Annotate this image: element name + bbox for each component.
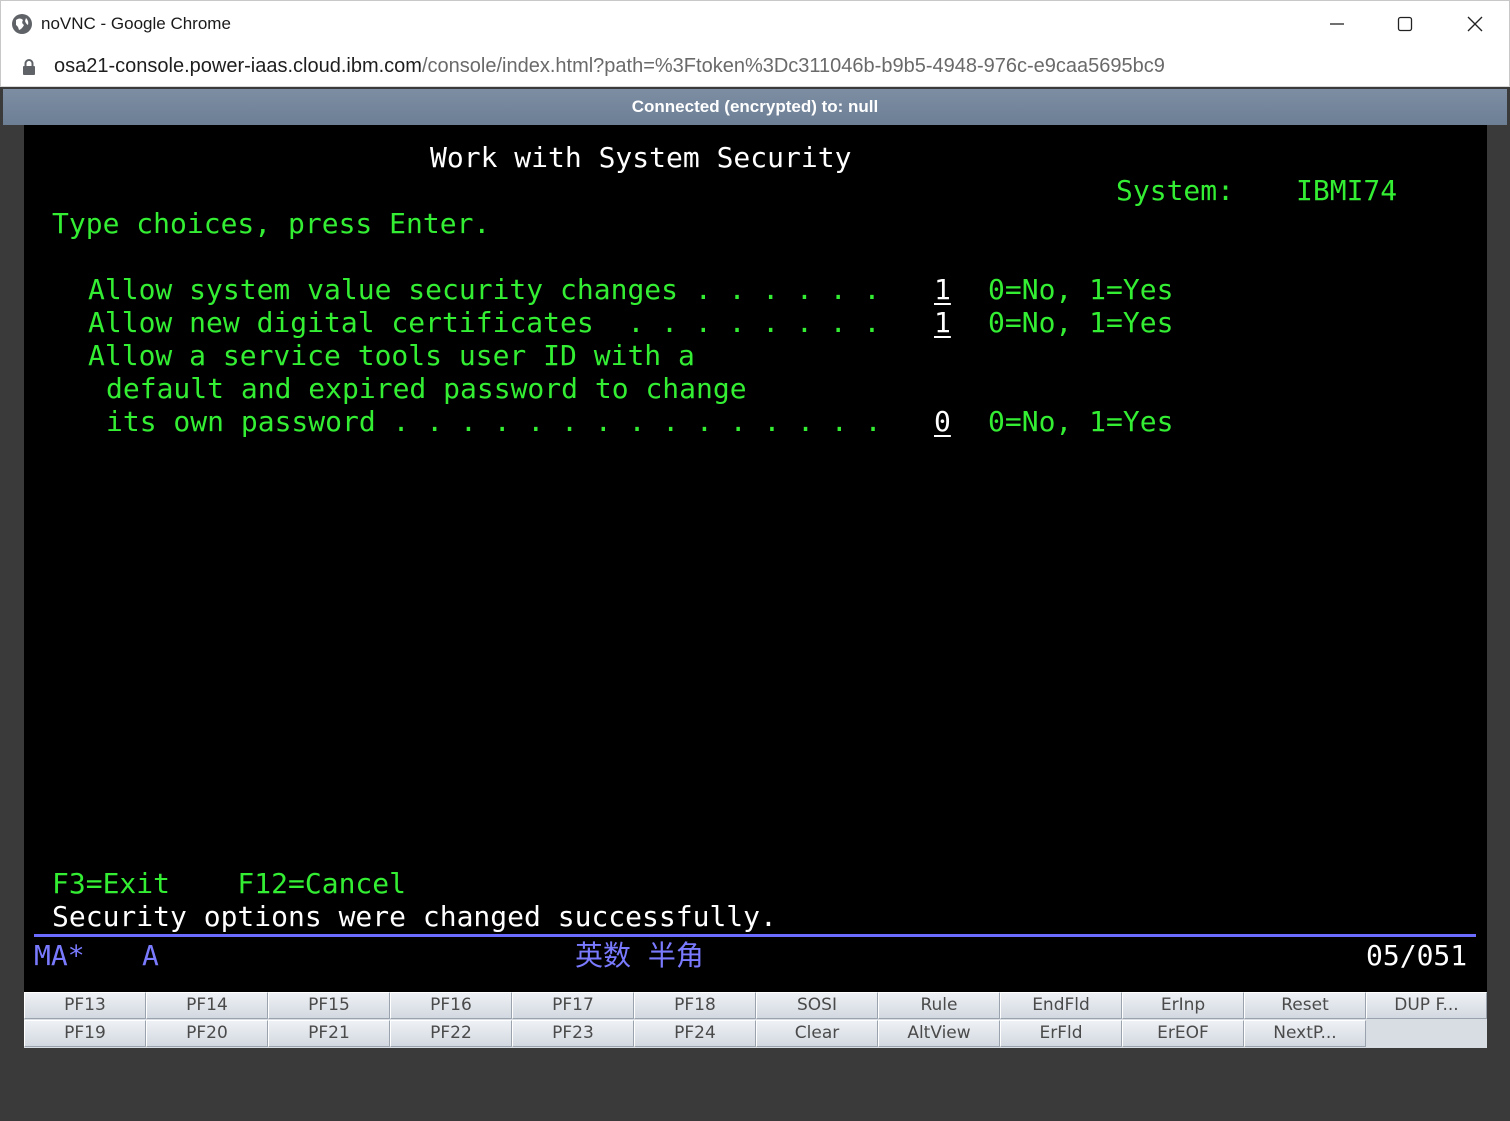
pf19-button[interactable]: PF19: [24, 1020, 146, 1047]
pf23-button[interactable]: PF23: [512, 1020, 634, 1047]
status-a: A: [142, 939, 159, 972]
window-title: noVNC - Google Chrome: [41, 14, 231, 33]
status-divider: [34, 934, 1476, 937]
window-titlebar: noVNC - Google Chrome: [0, 0, 1510, 46]
vnc-desktop-bottom: [3, 1048, 1507, 1121]
cursor-position: 05/051: [1366, 939, 1468, 972]
function-keys-legend: F3=Exit F12=Cancel: [52, 867, 407, 900]
system-name: IBMI74: [1296, 174, 1398, 207]
option-label-system-value: Allow system value security changes . . …: [88, 273, 881, 306]
message-line: Security options were changed successful…: [52, 900, 777, 933]
close-button[interactable]: [1441, 1, 1509, 47]
address-bar[interactable]: osa21-console.power-iaas.cloud.ibm.com/c…: [0, 46, 1510, 87]
instructions: Type choices, press Enter.: [52, 207, 491, 240]
novnc-status-bar: Connected (encrypted) to: null: [3, 89, 1507, 125]
maximize-icon: [1397, 16, 1413, 32]
url-path: /console/index.html?path=%3Ftoken%3Dc311…: [421, 55, 1165, 77]
screen-title: Work with System Security: [430, 141, 852, 174]
pf18-button[interactable]: PF18: [634, 992, 756, 1019]
status-ma: MA*: [34, 939, 85, 972]
option-label-service-tools-cont: default and expired password to change: [106, 372, 747, 405]
pf-key-grid: PF13 PF14 PF15 PF16 PF17 PF18 SOSI Rule …: [24, 992, 1487, 1048]
close-icon: [1467, 16, 1483, 32]
pf15-button[interactable]: PF15: [268, 992, 390, 1019]
minimize-button[interactable]: [1303, 1, 1371, 47]
altview-button[interactable]: AltView: [878, 1020, 1000, 1047]
option-input-service-tools[interactable]: 0: [934, 405, 951, 438]
pf20-button[interactable]: PF20: [146, 1020, 268, 1047]
rule-button[interactable]: Rule: [878, 992, 1000, 1019]
pf21-button[interactable]: PF21: [268, 1020, 390, 1047]
erfld-button[interactable]: ErFld: [1000, 1020, 1122, 1047]
option-label-service-tools: Allow a service tools user ID with a: [88, 339, 695, 372]
reset-button[interactable]: Reset: [1244, 992, 1366, 1019]
pf16-button[interactable]: PF16: [390, 992, 512, 1019]
dup-field-button[interactable]: DUP F...: [1366, 992, 1487, 1019]
minimize-icon: [1330, 23, 1344, 25]
globe-icon: [11, 13, 33, 35]
status-ime: 英数 半角: [575, 939, 704, 972]
option-label-digital-certificates: Allow new digital certificates . . . . .…: [88, 306, 881, 339]
option-hint: 0=No, 1=Yes: [988, 306, 1174, 339]
nextpage-button[interactable]: NextP...: [1244, 1020, 1366, 1047]
option-hint: 0=No, 1=Yes: [988, 273, 1174, 306]
option-label-service-tools-cont2: its own password . . . . . . . . . . . .…: [106, 405, 882, 438]
option-input-system-value[interactable]: 1: [934, 273, 951, 306]
lock-icon: [21, 58, 37, 76]
pf13-button[interactable]: PF13: [24, 992, 146, 1019]
system-label: System:: [1116, 174, 1235, 207]
sosi-button[interactable]: SOSI: [756, 992, 878, 1019]
url-host: osa21-console.power-iaas.cloud.ibm.com: [54, 55, 422, 77]
option-hint: 0=No, 1=Yes: [988, 405, 1174, 438]
clear-button[interactable]: Clear: [756, 1020, 878, 1047]
option-input-digital-certificates[interactable]: 1: [934, 306, 951, 339]
endfld-button[interactable]: EndFld: [1000, 992, 1122, 1019]
pf14-button[interactable]: PF14: [146, 992, 268, 1019]
terminal-screen[interactable]: Work with System Security System: IBMI74…: [24, 125, 1487, 993]
pf22-button[interactable]: PF22: [390, 1020, 512, 1047]
pf17-button[interactable]: PF17: [512, 992, 634, 1019]
url-text[interactable]: osa21-console.power-iaas.cloud.ibm.com/c…: [54, 55, 1165, 78]
pf24-button[interactable]: PF24: [634, 1020, 756, 1047]
maximize-button[interactable]: [1371, 1, 1439, 47]
ereof-button[interactable]: ErEOF: [1122, 1020, 1244, 1047]
erinp-button[interactable]: ErInp: [1122, 992, 1244, 1019]
